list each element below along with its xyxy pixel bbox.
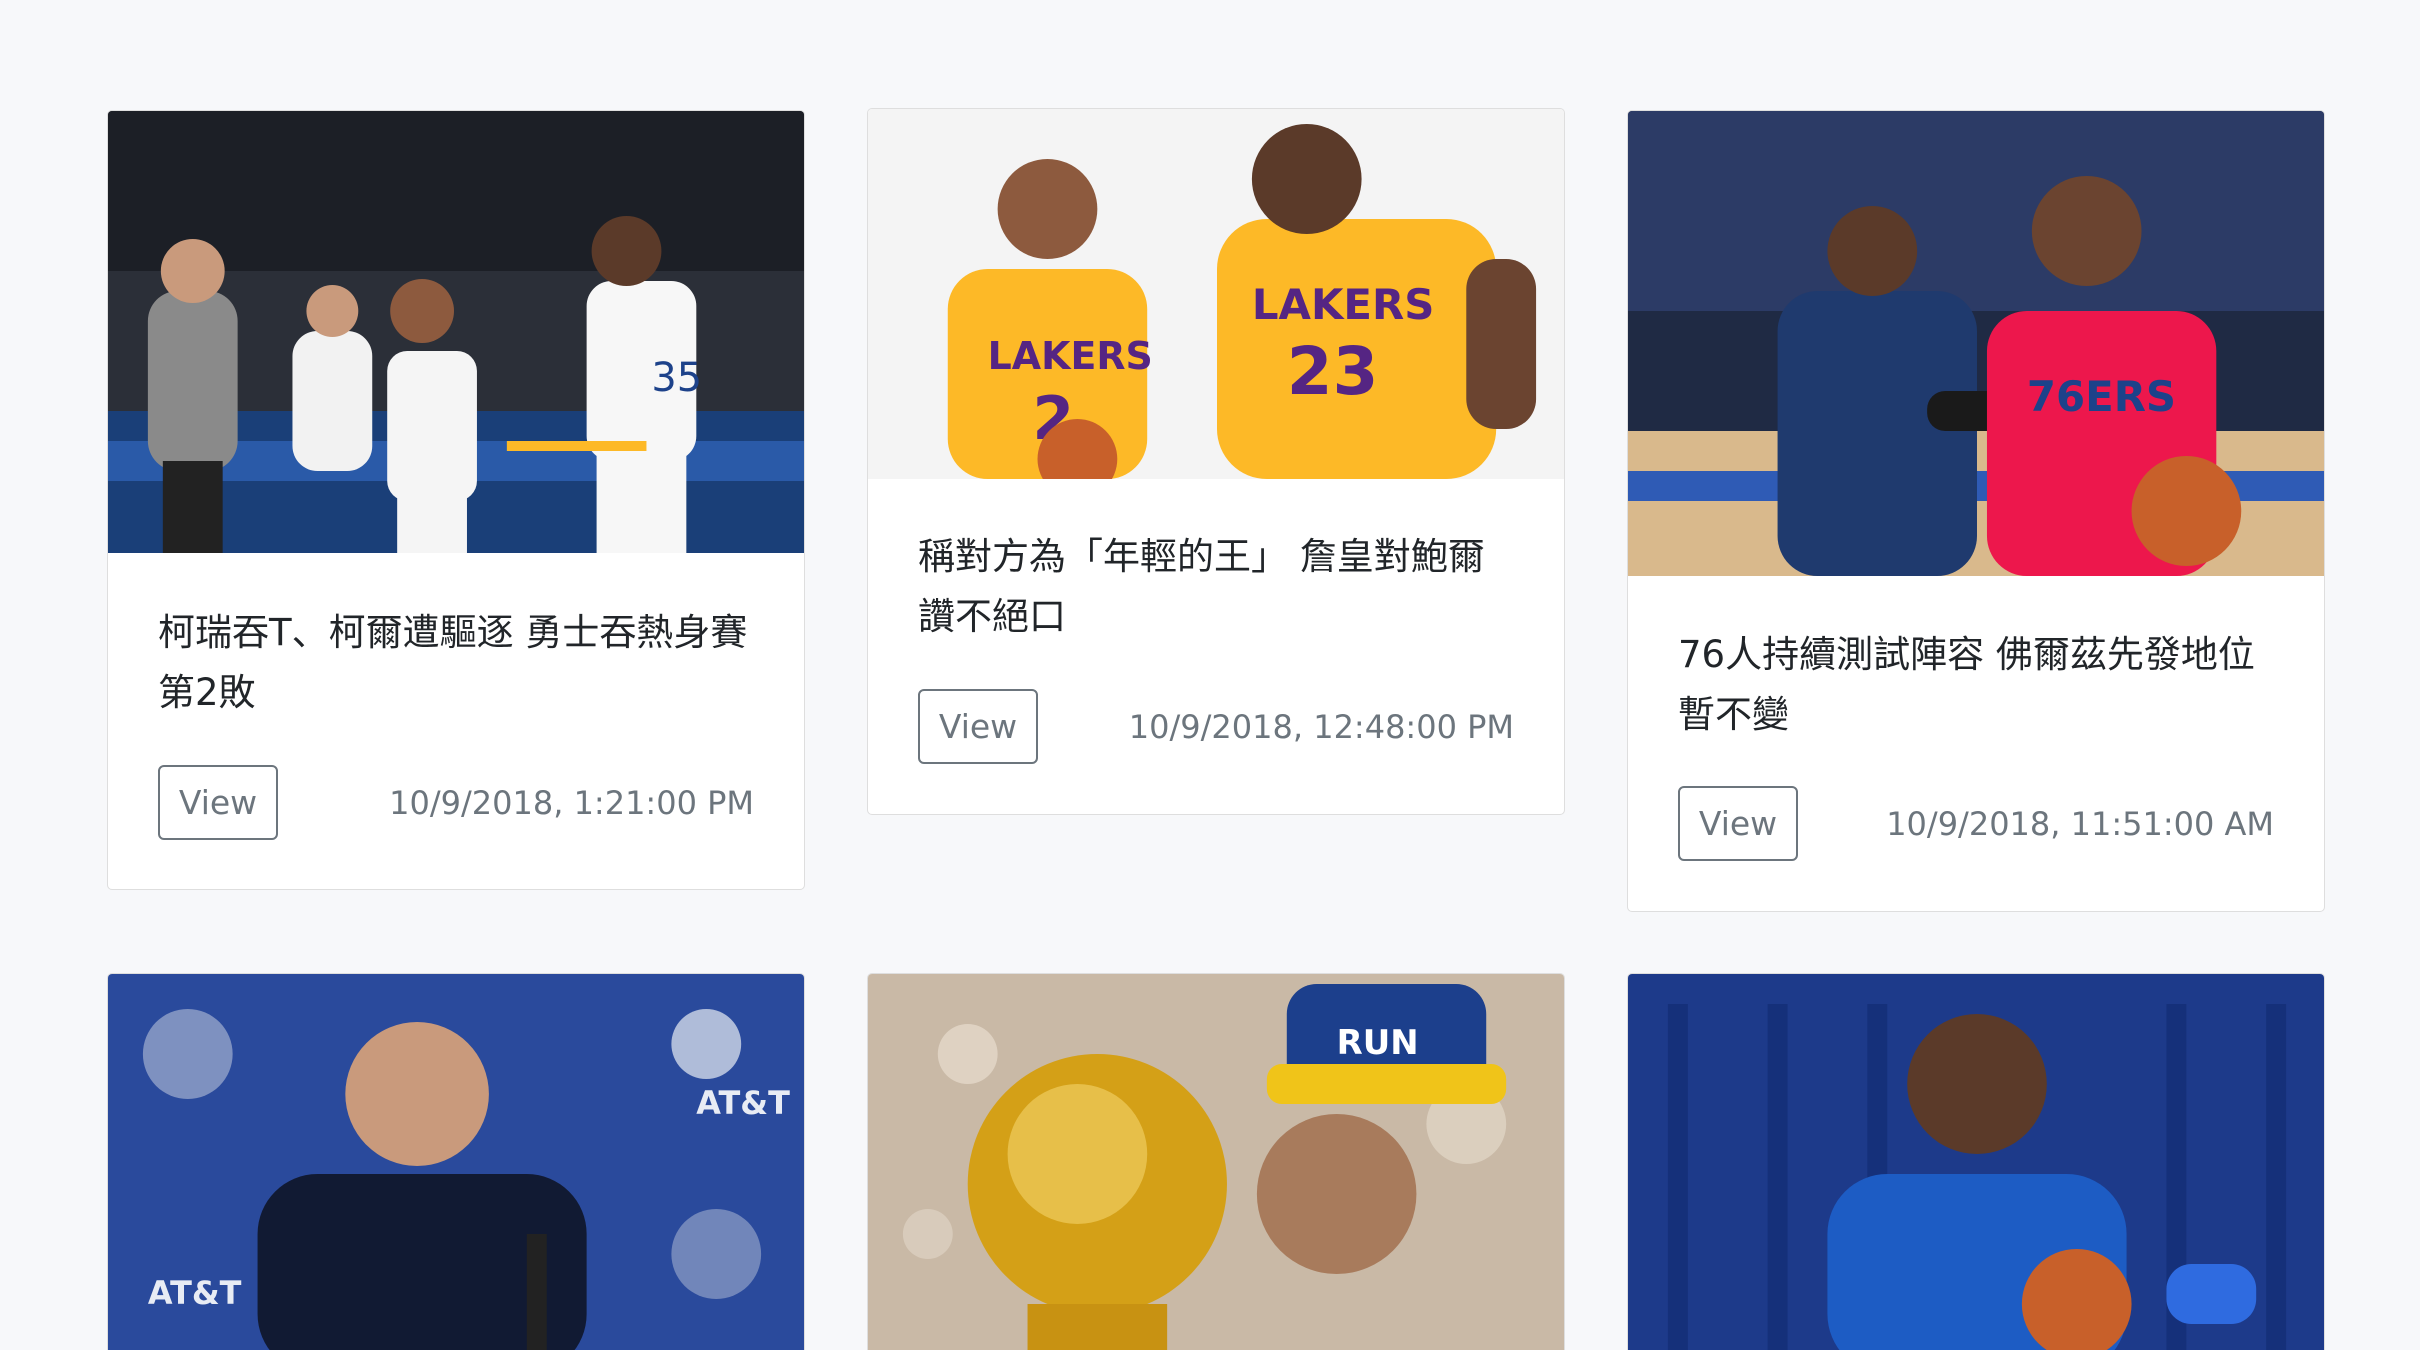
news-card: RUN <box>867 973 1565 1350</box>
card-title: 柯瑞吞T、柯爾遭驅逐 勇士吞熱身賽第2敗 <box>158 611 748 714</box>
view-button[interactable]: View <box>1678 786 1798 861</box>
svg-text:LAKERS: LAKERS <box>1252 280 1435 329</box>
news-card <box>1627 973 2325 1350</box>
card-title: 76人持續測試陣容 佛爾茲先發地位暫不變 <box>1678 633 2255 736</box>
card-image-sixers-portrait <box>1628 974 2324 1350</box>
svg-text:23: 23 <box>1287 333 1379 410</box>
svg-text:35: 35 <box>651 355 702 401</box>
card-timestamp: 10/9/2018, 1:21:00 PM <box>389 783 754 822</box>
card-image-sixers: 76ERS <box>1628 111 2324 576</box>
svg-text:AT&T: AT&T <box>696 1084 790 1122</box>
news-card: 76ERS 76人持續測試陣容 佛爾茲先發地位暫不變 View 10/9/201… <box>1627 110 2325 912</box>
card-image-trophy: RUN <box>868 974 1564 1350</box>
card-timestamp: 10/9/2018, 11:51:00 AM <box>1886 804 2274 843</box>
svg-text:76ERS: 76ERS <box>2027 372 2176 421</box>
news-card: 35 柯瑞吞T、柯爾遭驅逐 勇士吞熱身賽第2敗 View 10/9/2018, … <box>107 110 805 890</box>
card-image-mavericks-press: AT&T AT&T <box>108 974 804 1350</box>
news-card-grid: 35 柯瑞吞T、柯爾遭驅逐 勇士吞熱身賽第2敗 View 10/9/2018, … <box>0 0 2420 1350</box>
card-timestamp: 10/9/2018, 12:48:00 PM <box>1128 707 1514 746</box>
view-button[interactable]: View <box>918 689 1038 764</box>
svg-text:AT&T: AT&T <box>148 1274 242 1312</box>
card-image-lakers: LAKERS 2 LAKERS 23 <box>868 109 1564 479</box>
card-image-warriors: 35 <box>108 111 804 553</box>
view-button[interactable]: View <box>158 765 278 840</box>
card-title: 稱對方為「年輕的王」 詹皇對鮑爾讚不絕口 <box>918 535 1485 638</box>
news-card: AT&T AT&T <box>107 973 805 1350</box>
svg-text:RUN: RUN <box>1337 1023 1419 1063</box>
svg-text:LAKERS: LAKERS <box>988 334 1153 378</box>
news-card: LAKERS 2 LAKERS 23 稱對方為「年輕的王」 詹皇對鮑爾讚不絕口 … <box>867 108 1565 815</box>
